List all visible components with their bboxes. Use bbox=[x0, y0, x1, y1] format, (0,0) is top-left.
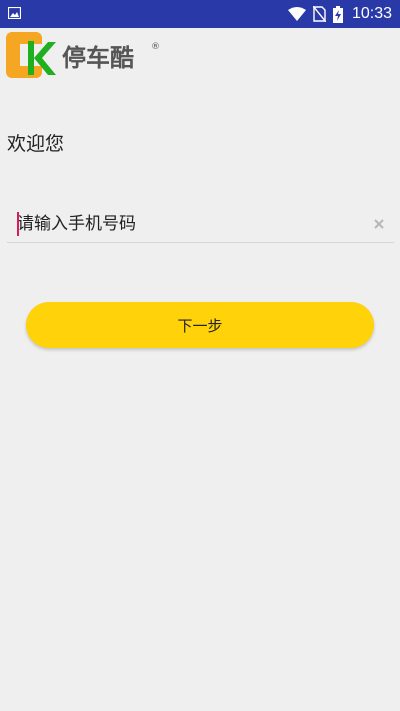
status-time: 10:33 bbox=[351, 5, 392, 22]
text-cursor bbox=[17, 212, 19, 236]
battery-charging-icon bbox=[332, 5, 343, 23]
clear-icon[interactable] bbox=[372, 217, 386, 231]
status-icons: 10:33 bbox=[287, 0, 392, 28]
welcome-text: 欢迎您 bbox=[7, 133, 65, 155]
no-sim-icon bbox=[312, 6, 326, 22]
status-bar: 10:33 bbox=[0, 0, 400, 28]
phone-input[interactable] bbox=[17, 209, 362, 239]
phone-field bbox=[7, 207, 394, 243]
next-button[interactable]: 下一步 bbox=[26, 302, 374, 348]
logo-text: 停车酷 bbox=[62, 44, 134, 72]
image-icon bbox=[8, 7, 21, 19]
wifi-icon bbox=[287, 7, 306, 21]
registered-mark: ® bbox=[151, 42, 160, 52]
